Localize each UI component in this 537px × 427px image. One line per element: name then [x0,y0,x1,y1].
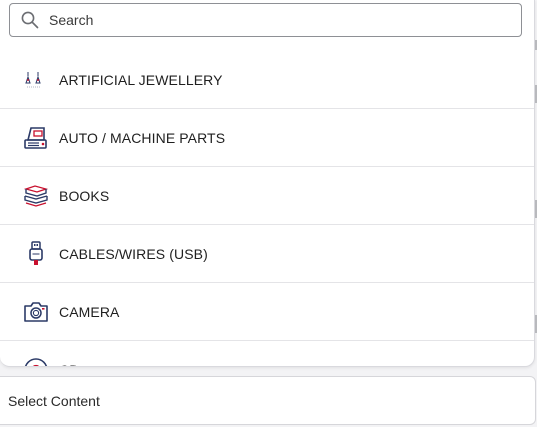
list-item-label: CABLES/WIRES (USB) [59,245,208,262]
books-icon [22,182,50,210]
list-item-camera[interactable]: CAMERA [0,283,534,341]
cd-icon [22,356,50,366]
list-item-auto-machine-parts[interactable]: AUTO / MACHINE PARTS [0,109,534,167]
list-item-cables-wires-usb[interactable]: CABLES/WIRES (USB) [0,225,534,283]
machine-parts-icon [22,124,50,152]
search-input[interactable] [49,12,489,28]
list-item-label: AUTO / MACHINE PARTS [59,129,226,146]
stage: ARTIFICIAL JEWELLERY AUTO / MACHINE PART… [0,0,537,427]
select-content-label: Select Content [8,392,100,409]
list-item-label: CD [59,362,79,367]
list-item-artificial-jewellery[interactable]: ARTIFICIAL JEWELLERY [0,51,534,109]
camera-icon [22,298,50,326]
jewellery-icon [22,66,50,94]
list-item-books[interactable]: BOOKS [0,167,534,225]
list-item-cd[interactable]: CD [0,341,534,367]
usb-cable-icon [22,240,50,268]
category-dropdown-panel: ARTIFICIAL JEWELLERY AUTO / MACHINE PART… [0,0,535,367]
list-item-label: ARTIFICIAL JEWELLERY [59,71,223,88]
list-item-label: CAMERA [59,303,120,320]
list-item-label: BOOKS [59,187,110,204]
search-box[interactable] [9,3,522,37]
search-icon [20,10,40,30]
select-content-dropdown[interactable]: Select Content [0,376,536,425]
category-list: ARTIFICIAL JEWELLERY AUTO / MACHINE PART… [0,51,534,367]
